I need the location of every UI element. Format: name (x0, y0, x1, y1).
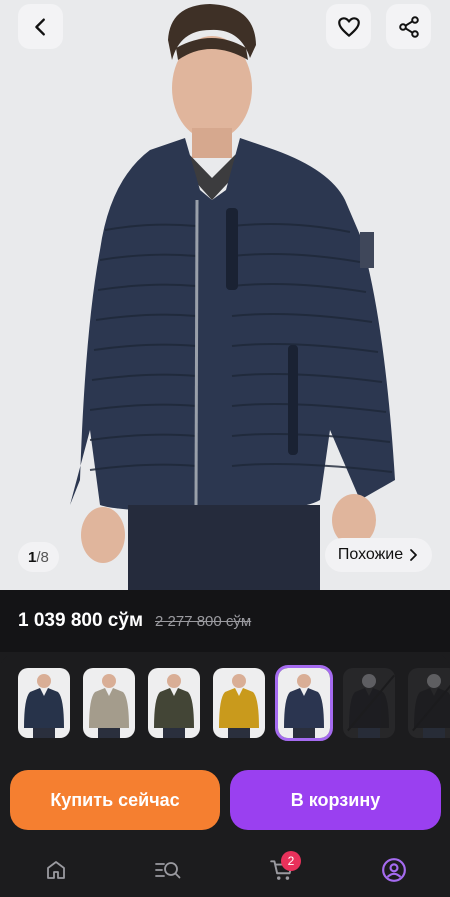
add-to-cart-button[interactable]: В корзину (230, 770, 441, 830)
nav-catalog[interactable] (154, 856, 182, 884)
variant-jacket-image (219, 674, 259, 738)
variant-thumbnail-navy[interactable] (275, 665, 333, 741)
variant-thumbnail-black[interactable] (408, 668, 450, 738)
profile-icon (382, 858, 406, 882)
current-price: 1 039 800 сўм (18, 610, 143, 631)
variant-thumbnail-olive[interactable] (148, 668, 200, 738)
home-icon (47, 861, 65, 879)
variant-jacket-image (414, 674, 450, 738)
variant-thumbnail-mustard[interactable] (213, 668, 265, 738)
variant-jacket-image (284, 674, 324, 738)
heart-icon (337, 16, 360, 37)
similar-label: Похожие (337, 546, 404, 563)
old-price: 2 277 800 сўм (155, 612, 252, 630)
share-icon (398, 15, 419, 38)
pager-total: 8 (40, 548, 49, 566)
product-image-gallery[interactable]: 1/8 Похожие (0, 0, 450, 590)
variant-jacket-image (24, 674, 64, 738)
buy-now-button[interactable]: Купить сейчас (10, 770, 220, 830)
image-pager: 1/8 (18, 542, 59, 572)
chevron-left-icon (34, 17, 45, 36)
back-button[interactable] (18, 4, 63, 49)
purchase-actions: Купить сейчас В корзину (0, 752, 450, 842)
similar-products-button[interactable]: Похожие (325, 538, 432, 572)
variant-thumbnail-black[interactable] (343, 668, 395, 738)
chevron-right-icon (410, 549, 418, 561)
variant-thumbnail-navy[interactable] (18, 668, 70, 738)
variant-jacket-image (349, 674, 389, 738)
variant-thumbnails (18, 665, 450, 741)
share-button[interactable] (386, 4, 431, 49)
variant-jacket-image (89, 674, 129, 738)
catalog-search-icon (155, 862, 181, 879)
nav-home[interactable] (42, 856, 70, 884)
price-bar: 1 039 800 сўм 2 277 800 сўм (0, 590, 450, 652)
cart-badge: 2 (281, 851, 301, 871)
nav-profile[interactable] (380, 856, 408, 884)
bottom-navigation: 2 (0, 842, 450, 897)
variant-thumbnail-beige[interactable] (83, 668, 135, 738)
color-variants (0, 652, 450, 752)
product-photo (0, 0, 450, 590)
favorite-button[interactable] (326, 4, 371, 49)
variant-jacket-image (154, 674, 194, 738)
pager-current: 1 (28, 548, 37, 566)
